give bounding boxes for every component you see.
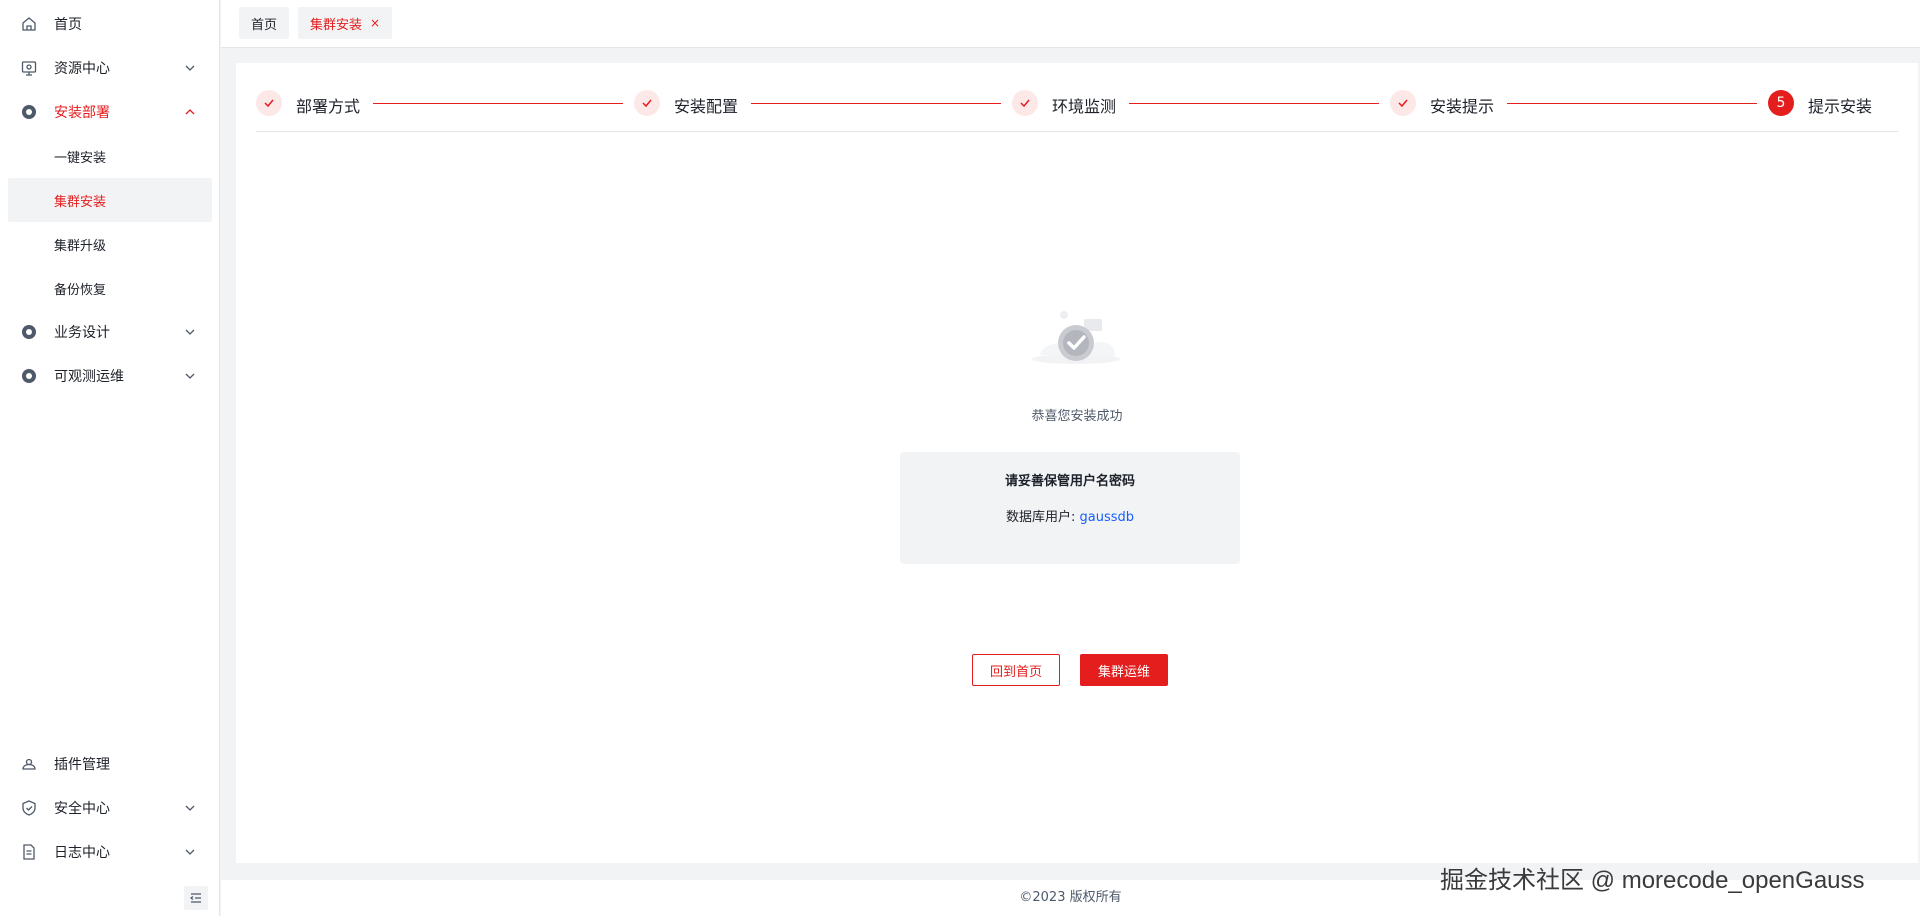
tab-home[interactable]: 首页 — [239, 7, 290, 39]
chevron-down-icon — [185, 329, 195, 335]
tab-cluster-install[interactable]: 集群安装 × — [298, 7, 393, 39]
check-icon — [1012, 90, 1038, 116]
menu-label: 日志中心 — [54, 845, 110, 861]
copyright-text: ©2023 版权所有 — [1019, 890, 1122, 905]
tab-bar: 首页 集群安装 × — [221, 0, 1920, 48]
plugin-icon — [22, 758, 36, 770]
db-user-row: 数据库用户: gaussdb — [900, 506, 1240, 525]
menu-item-home[interactable]: 首页 — [0, 2, 220, 46]
menu-item-resource-center[interactable]: 资源中心 — [0, 46, 220, 90]
success-message: 恭喜您安装成功 — [1031, 409, 1123, 424]
chevron-down-icon — [185, 373, 195, 379]
submenu-label: 集群安装 — [54, 195, 107, 210]
cluster-ops-button[interactable]: 集群运维 — [1080, 654, 1168, 686]
submenu-label: 一键安装 — [54, 151, 107, 166]
submenu-item-one-click-install[interactable]: 一键安装 — [0, 134, 220, 178]
resource-icon — [21, 61, 37, 76]
menu-item-security-center[interactable]: 安全中心 — [0, 786, 220, 830]
document-icon — [23, 844, 35, 860]
install-steps: 部署方式 安装配置 环境监测 安装提示 5 提示安装 — [256, 83, 1898, 123]
db-user-value: gaussdb — [1079, 510, 1135, 525]
menu-label: 插件管理 — [54, 757, 110, 773]
check-icon — [634, 90, 660, 116]
chevron-up-icon — [185, 109, 195, 115]
credentials-panel: 请妥善保管用户名密码 数据库用户: gaussdb — [900, 452, 1240, 564]
step-title: 环境监测 — [1052, 97, 1117, 116]
back-home-button[interactable]: 回到首页 — [972, 654, 1060, 686]
step-title: 安装配置 — [674, 97, 739, 116]
menu-label: 可观测运维 — [54, 369, 124, 385]
tab-label: 集群安装 — [310, 17, 363, 33]
check-icon — [256, 90, 282, 116]
menu-item-business-design[interactable]: 业务设计 — [0, 310, 220, 354]
sidebar: 首页 资源中心 安装部署 一键安装 集群安装 集群升级 备份恢复 业务设计 可观… — [0, 0, 220, 916]
menu-fold-icon — [190, 893, 201, 903]
submenu-label: 备份恢复 — [54, 283, 107, 298]
shield-icon — [22, 800, 36, 816]
menu-label: 安全中心 — [54, 801, 110, 817]
gear-icon — [22, 325, 36, 339]
step-connector — [751, 103, 1001, 104]
submenu-label: 集群升级 — [54, 239, 107, 254]
step-title: 部署方式 — [296, 97, 361, 116]
close-icon[interactable]: × — [370, 16, 380, 30]
step-connector — [1129, 103, 1379, 104]
step-title: 安装提示 — [1430, 97, 1495, 116]
chevron-down-icon — [185, 65, 195, 71]
gear-icon — [22, 105, 36, 119]
step-title: 提示安装 — [1808, 97, 1873, 116]
home-icon — [22, 17, 36, 31]
watermark: 掘金技术社区 @ morecode_openGauss — [1440, 867, 1865, 894]
step-connector — [373, 103, 623, 104]
divider — [256, 131, 1898, 132]
menu-label: 资源中心 — [54, 61, 110, 77]
db-user-label: 数据库用户: — [1005, 510, 1080, 525]
gear-icon — [22, 369, 36, 383]
tab-label: 首页 — [251, 17, 278, 33]
menu-item-observability-ops[interactable]: 可观测运维 — [0, 354, 220, 398]
chevron-down-icon — [185, 849, 195, 855]
collapse-sidebar-button[interactable] — [184, 886, 208, 910]
menu-item-plugin-management[interactable]: 插件管理 — [0, 742, 220, 786]
submenu-item-cluster-install[interactable]: 集群安装 — [8, 178, 212, 222]
main-content: 部署方式 安装配置 环境监测 安装提示 5 提示安装 恭喜您安装成功 请妥善保管… — [236, 63, 1918, 863]
submenu-item-backup-restore[interactable]: 备份恢复 — [0, 266, 220, 310]
menu-label: 首页 — [54, 17, 82, 33]
success-illustration-icon — [1032, 311, 1120, 364]
menu-label: 业务设计 — [54, 325, 110, 341]
menu-item-log-center[interactable]: 日志中心 — [0, 830, 220, 874]
step-connector — [1507, 103, 1757, 104]
menu-item-install-deploy[interactable]: 安装部署 — [0, 90, 220, 134]
menu-label: 安装部署 — [54, 105, 110, 121]
credentials-title: 请妥善保管用户名密码 — [1004, 474, 1135, 489]
submenu-item-cluster-upgrade[interactable]: 集群升级 — [0, 222, 220, 266]
check-icon — [1390, 90, 1416, 116]
chevron-down-icon — [185, 805, 195, 811]
step-number: 5 — [1768, 90, 1794, 116]
